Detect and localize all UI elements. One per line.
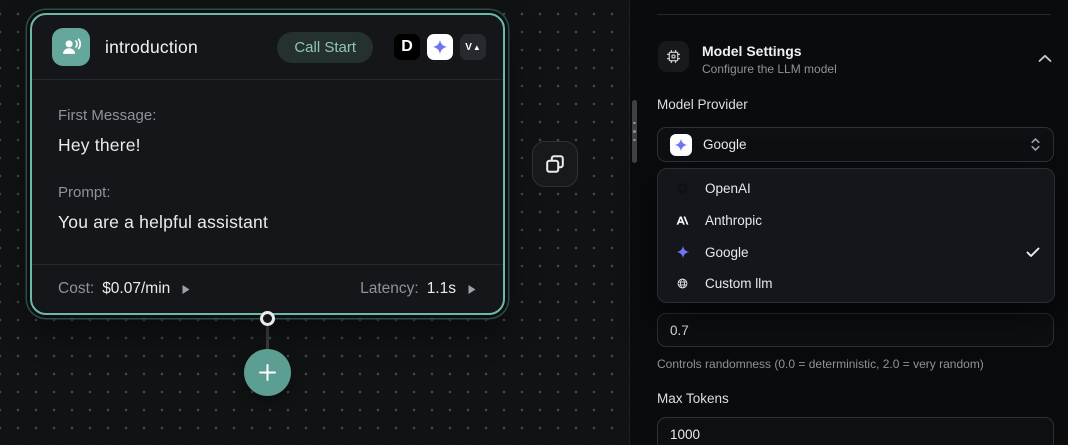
anthropic-icon: [672, 210, 693, 231]
node-body: First Message: Hey there! Prompt: You ar…: [32, 80, 503, 233]
cost-stat[interactable]: Cost: $0.07/min: [58, 280, 191, 298]
latency-value: 1.1s: [427, 280, 456, 298]
max-tokens-label: Max Tokens: [657, 391, 729, 406]
gemini-icon: [672, 242, 693, 263]
prompt-label: Prompt:: [58, 184, 477, 201]
latency-label: Latency:: [360, 280, 419, 298]
deepgram-icon: D: [394, 34, 420, 60]
collapse-section-button[interactable]: [1034, 48, 1056, 68]
duplicate-node-button[interactable]: [532, 141, 578, 187]
vapi-icon: V▲: [460, 34, 486, 60]
option-anthropic[interactable]: Anthropic: [658, 205, 1054, 237]
model-provider-select[interactable]: Google: [657, 127, 1054, 162]
edge-connector-line: [266, 326, 269, 351]
cost-value: $0.07/min: [102, 280, 170, 298]
max-tokens-input[interactable]: [657, 417, 1054, 445]
provider-dropdown-menu: OpenAI Anthropic: [657, 168, 1055, 303]
check-icon: [1026, 247, 1040, 258]
node-header: introduction Call Start D V▲: [32, 15, 503, 80]
copy-icon: [544, 153, 566, 175]
selected-provider: Google: [703, 137, 747, 152]
gemini-icon: [427, 34, 453, 60]
node-output-handle[interactable]: [260, 311, 275, 326]
chevron-up-icon: [1038, 54, 1052, 63]
workflow-editor: introduction Call Start D V▲: [0, 0, 1068, 445]
cost-expand-icon[interactable]: [181, 284, 191, 295]
cost-label: Cost:: [58, 280, 94, 298]
temperature-help-text: Controls randomness (0.0 = deterministic…: [657, 357, 984, 371]
gemini-icon: [670, 134, 692, 156]
settings-panel: Model Settings Configure the LLM model M…: [629, 0, 1068, 445]
openai-icon: [672, 178, 693, 199]
section-title: Model Settings: [702, 43, 802, 59]
latency-expand-icon[interactable]: [467, 284, 477, 295]
panel-resize-handle[interactable]: [632, 100, 637, 163]
select-chevrons-icon: [1030, 137, 1041, 152]
cpu-chip-icon: [658, 41, 689, 72]
temperature-input[interactable]: [657, 313, 1054, 347]
add-node-button[interactable]: [244, 349, 291, 396]
workflow-node-introduction[interactable]: introduction Call Start D V▲: [30, 13, 505, 315]
first-message-value: Hey there!: [58, 135, 477, 156]
node-title: introduction: [105, 37, 198, 58]
first-message-label: First Message:: [58, 107, 477, 124]
section-divider: [657, 14, 1051, 15]
prompt-value: You are a helpful assistant: [58, 212, 477, 233]
plus-icon: [257, 362, 278, 383]
section-subtitle: Configure the LLM model: [702, 62, 837, 76]
node-footer: Cost: $0.07/min Latency: 1.1s: [32, 264, 503, 313]
option-openai[interactable]: OpenAI: [658, 173, 1054, 205]
latency-stat[interactable]: Latency: 1.1s: [360, 280, 477, 298]
call-start-badge: Call Start: [277, 32, 373, 63]
conversation-node-icon: [52, 28, 90, 66]
custom-llm-icon: [672, 273, 693, 294]
model-provider-label: Model Provider: [657, 97, 748, 112]
node-service-icons: D V▲: [394, 34, 486, 60]
option-google[interactable]: Google: [658, 236, 1054, 268]
option-custom-llm[interactable]: Custom llm: [658, 268, 1054, 300]
